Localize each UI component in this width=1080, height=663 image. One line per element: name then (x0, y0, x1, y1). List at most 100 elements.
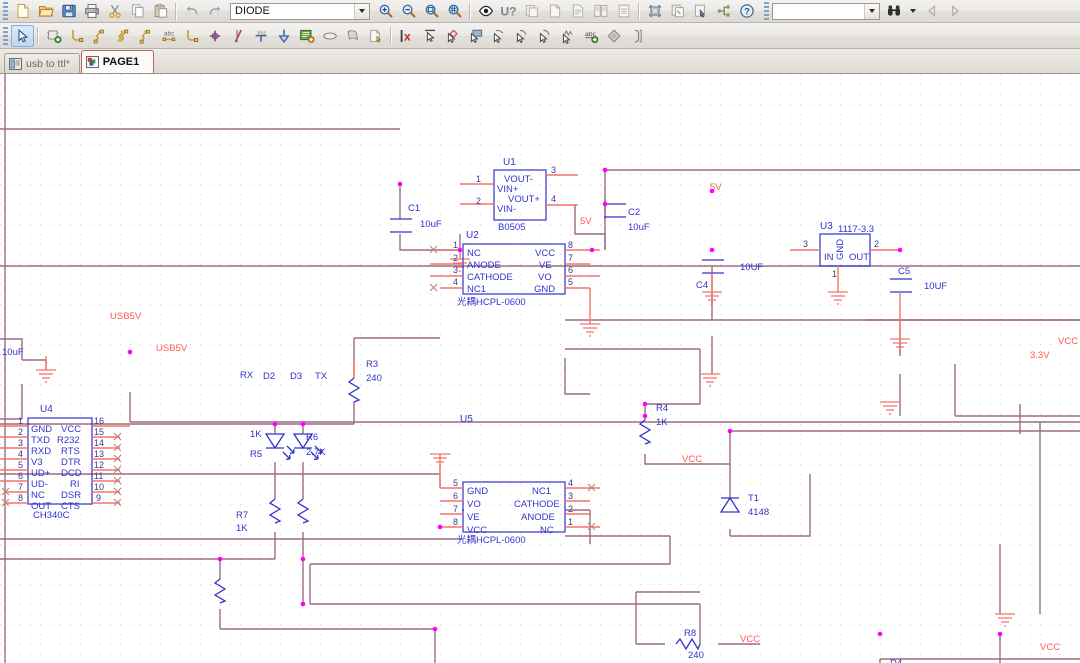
search-dropdown-arrow[interactable] (864, 3, 879, 19)
zoom-in-button[interactable] (374, 0, 397, 22)
help-button[interactable]: ? (735, 0, 758, 22)
delete-button[interactable]: x (395, 25, 418, 47)
place-ground-button[interactable] (272, 25, 295, 47)
net-label-vcc-r8: VCC (740, 634, 760, 645)
cross-reference-button[interactable] (589, 0, 612, 22)
u3-ref: U3 (820, 221, 833, 232)
u2-pin5-num: 5 (568, 277, 573, 287)
find-button[interactable] (882, 0, 905, 22)
place-net-alias-button[interactable] (88, 25, 111, 47)
place-wire-button[interactable] (65, 25, 88, 47)
u4-pin-nc: NC (31, 490, 45, 501)
search-toolbar-grip[interactable] (764, 2, 769, 20)
junction (709, 188, 715, 194)
c1-ref: C1 (408, 203, 420, 214)
undo-button[interactable] (180, 0, 203, 22)
place-offpage-button[interactable] (341, 25, 364, 47)
bill-of-materials-button[interactable] (612, 0, 635, 22)
search-input[interactable] (772, 2, 880, 20)
junction (997, 631, 1003, 637)
u5-pin-nc1: NC1 (532, 486, 551, 497)
visibility-button[interactable] (474, 0, 497, 22)
zoom-area-button[interactable] (420, 0, 443, 22)
save-button[interactable] (57, 0, 80, 22)
place-part-button[interactable] (42, 25, 65, 47)
select-polyline-button[interactable] (556, 25, 579, 47)
chevron-down-icon (909, 9, 916, 13)
place-junction-button[interactable] (134, 25, 157, 47)
select-arc-button[interactable] (510, 25, 533, 47)
hierarchy-button[interactable] (712, 0, 735, 22)
u5-pin-vcc: VCC (467, 525, 487, 536)
find-previous-button[interactable] (920, 0, 943, 22)
cut-button[interactable] (103, 0, 126, 22)
r6-ref: R6 (306, 432, 318, 443)
u2-pin-nc1: NC1 (467, 284, 486, 295)
annotate-button[interactable]: U? (497, 0, 520, 22)
place-pin-button[interactable] (364, 25, 387, 47)
u3-value: 1117-3.3 (838, 224, 874, 235)
u4-pin13-num: 13 (94, 449, 104, 459)
u4-pin-out: OUT (31, 501, 51, 512)
u5-pin-vo: VO (467, 499, 481, 510)
place-bookmark-button[interactable] (625, 25, 648, 47)
part-select-arrow[interactable] (354, 3, 369, 19)
place-ellipse-button[interactable] (318, 25, 341, 47)
select-block-button[interactable] (464, 25, 487, 47)
draw-toolbar-grip[interactable] (3, 26, 8, 45)
find-options-button[interactable] (905, 0, 920, 22)
place-hier-block-button[interactable] (295, 25, 318, 47)
copy-project-button[interactable] (666, 0, 689, 22)
snap-to-grid-button[interactable] (643, 0, 666, 22)
copy-button[interactable] (126, 0, 149, 22)
c4-value: 10UF (740, 262, 763, 273)
t1-ref: T1 (748, 493, 759, 504)
part-select-combo[interactable]: DIODE (230, 2, 370, 20)
print-button[interactable] (80, 0, 103, 22)
zoom-out-button[interactable] (397, 0, 420, 22)
create-netlist-button[interactable] (566, 0, 589, 22)
design-rules-button[interactable] (543, 0, 566, 22)
new-file-button[interactable] (11, 0, 34, 22)
u4-pin-v3: V3 (31, 457, 43, 468)
paste-button[interactable] (149, 0, 172, 22)
c2-value: 10uF (628, 222, 650, 233)
u4-pin-rxd: RXD (31, 446, 51, 457)
u5-pin7-num: 7 (453, 504, 458, 514)
toolbar-grip[interactable] (3, 2, 8, 20)
draw-toolbar: abc Vcc x abc (0, 23, 1080, 49)
place-bus-entry-button[interactable] (180, 25, 203, 47)
place-bus-button[interactable] (111, 25, 134, 47)
u2-value: 光耦HCPL-0600 (457, 296, 526, 308)
select-tool-button[interactable] (11, 24, 34, 47)
u4-pin2-num: 2 (18, 427, 23, 437)
toolbar-separator (390, 27, 392, 44)
place-no-connect-button[interactable] (226, 25, 249, 47)
place-text-button[interactable]: abc (157, 25, 180, 47)
u5-pin-gnd: GND (467, 486, 488, 497)
annotate-page-button[interactable] (689, 0, 712, 22)
find-next-button[interactable] (943, 0, 966, 22)
place-power-button[interactable] (203, 25, 226, 47)
tab-usb-to-ttl[interactable]: usb to ttl* (4, 53, 80, 73)
open-file-button[interactable] (34, 0, 57, 22)
svg-text:abc: abc (164, 30, 175, 37)
place-marker-button[interactable] (602, 25, 625, 47)
select-arc2-button[interactable] (533, 25, 556, 47)
u4-pin5-num: 5 (18, 460, 23, 470)
junction (300, 601, 306, 607)
place-port-button[interactable]: Vcc (249, 25, 272, 47)
select-area-button[interactable] (487, 25, 510, 47)
junction (437, 524, 443, 530)
schematic-canvas[interactable]: .w{stroke:#9d6b82;stroke-width:1.4;fill:… (0, 74, 1080, 663)
tab-page1[interactable]: PAGE1 (80, 50, 155, 73)
zoom-all-button[interactable] (443, 0, 466, 22)
place-text-green-button[interactable]: abc (579, 25, 602, 47)
select-shape-button[interactable] (441, 25, 464, 47)
redo-button[interactable] (203, 0, 226, 22)
select-top-button[interactable] (418, 25, 441, 47)
u5-pin3-num: 3 (568, 491, 573, 501)
back-annotate-button[interactable] (520, 0, 543, 22)
tab-label: usb to ttl* (26, 57, 70, 70)
u5-pin-cathode: CATHODE (514, 499, 560, 510)
